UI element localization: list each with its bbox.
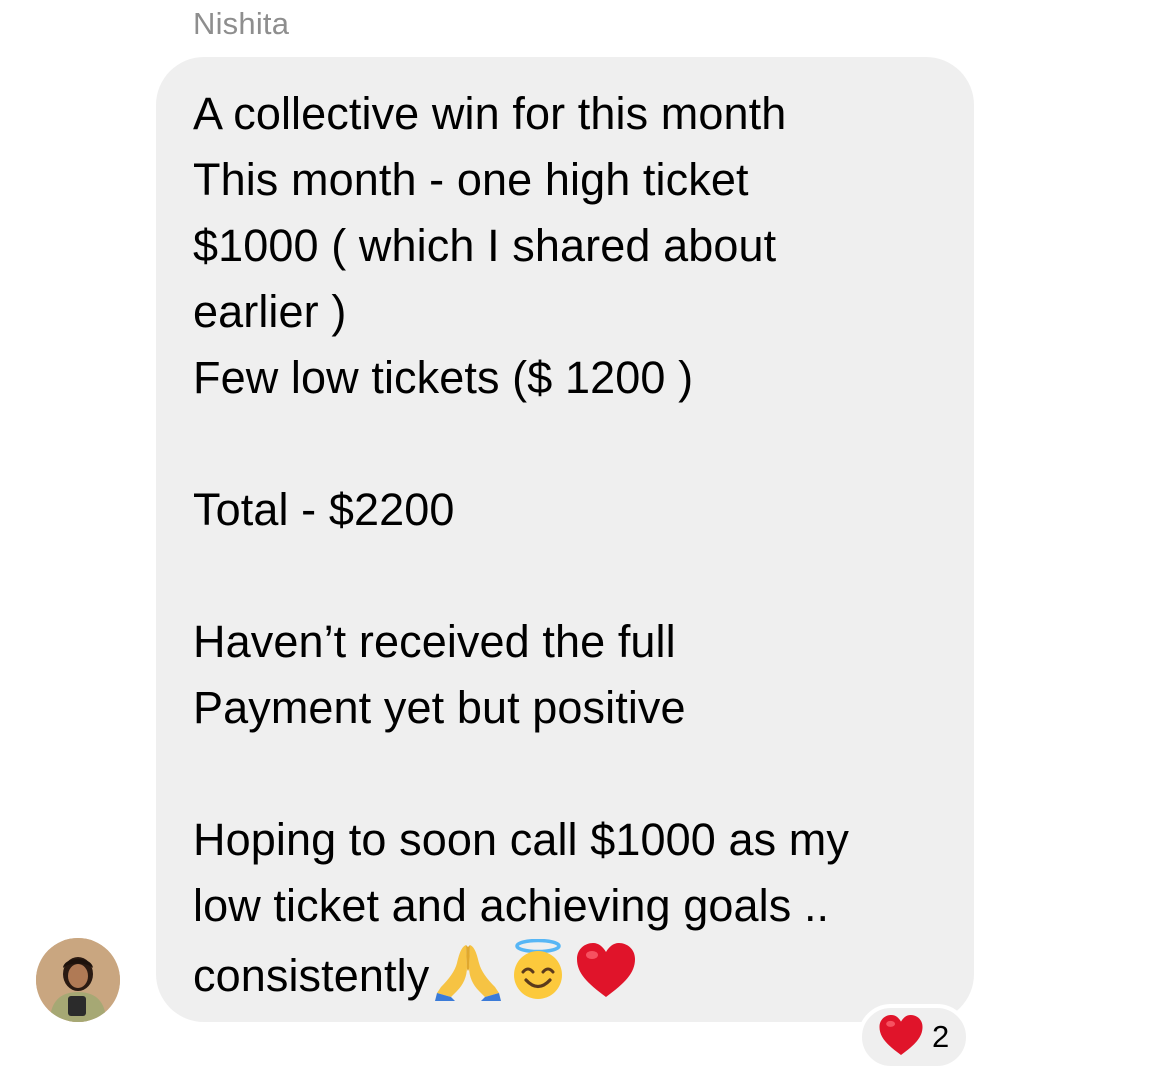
message-line: Total - $2200 (193, 484, 455, 535)
avatar[interactable] (36, 938, 120, 1022)
message-line: $1000 ( which I shared about (193, 220, 777, 271)
message-line (193, 543, 938, 609)
praying-hands-icon (435, 939, 502, 1019)
red-heart-icon (575, 941, 637, 1017)
message-line: This month - one high ticket (193, 154, 749, 205)
message-text: A collective win for this month This mon… (193, 81, 938, 1019)
sender-name: Nishita (193, 6, 290, 41)
message-line (193, 741, 938, 807)
message-line: low ticket and achieving goals .. (193, 880, 830, 931)
message-line-text: consistently (193, 949, 430, 1001)
message-line-last: consistently (193, 938, 938, 1019)
smiling-face-with-halo-icon (507, 938, 569, 1019)
message-line (193, 411, 938, 477)
message-line: A collective win for this month (193, 88, 787, 139)
message-line: Payment yet but positive (193, 682, 686, 733)
red-heart-icon (878, 1013, 924, 1062)
reaction-count: 2 (932, 1019, 950, 1054)
message-line: Haven’t received the full (193, 616, 676, 667)
message-bubble[interactable]: A collective win for this month This mon… (156, 57, 974, 1022)
message-line: earlier ) (193, 286, 347, 337)
message-line: Few low tickets ($ 1200 ) (193, 352, 694, 403)
reaction-pill[interactable]: 2 (858, 1004, 970, 1070)
message-line: Hoping to soon call $1000 as my (193, 814, 849, 865)
